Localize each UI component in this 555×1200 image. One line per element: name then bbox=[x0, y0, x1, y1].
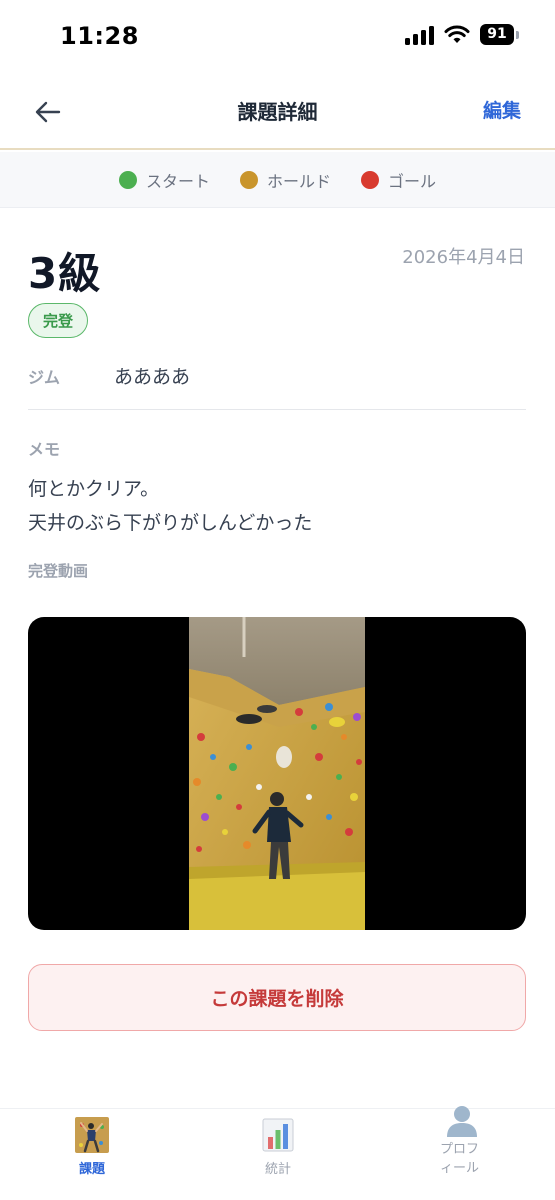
problem-date: 2026年4月4日 bbox=[402, 247, 525, 268]
legend-item-goal: ゴール bbox=[361, 168, 436, 192]
tab-stats[interactable]: 統計 bbox=[218, 1113, 338, 1193]
battery-level: 91 bbox=[480, 24, 514, 45]
legend-item-hold: ホールド bbox=[239, 168, 331, 192]
wifi-icon bbox=[444, 25, 470, 43]
start-dot-icon bbox=[118, 170, 137, 189]
climber-icon bbox=[75, 1117, 109, 1153]
edit-button[interactable]: 編集 bbox=[483, 96, 521, 123]
tab-label: 統計 bbox=[264, 1162, 291, 1177]
status-badge: 完登 bbox=[28, 303, 89, 338]
legend-label: ホールド bbox=[266, 171, 331, 191]
signal-icon bbox=[405, 25, 434, 45]
user-icon bbox=[447, 1106, 477, 1137]
battery-icon: 91 bbox=[480, 24, 519, 45]
tab-profile[interactable]: プロフィール bbox=[402, 1106, 522, 1193]
tab-label: プロフィール bbox=[440, 1142, 480, 1176]
legend-label: ゴール bbox=[388, 171, 437, 191]
gym-label: ジム bbox=[28, 368, 61, 387]
tab-kadai[interactable]: 課題 bbox=[32, 1113, 152, 1193]
hold-color-legend: スタート ホールド ゴール bbox=[0, 152, 555, 208]
video-player[interactable] bbox=[28, 617, 526, 930]
hold-dot-icon bbox=[239, 170, 258, 189]
bar-chart-icon bbox=[262, 1118, 294, 1152]
bottom-tab-bar: 課題 統計 プロフィール bbox=[0, 1106, 555, 1200]
navigation-header: 課題詳細 編集 bbox=[0, 72, 555, 150]
status-icons: 91 bbox=[405, 24, 519, 45]
status-bar: 11:28 91 bbox=[0, 0, 555, 72]
legend-item-start: スタート bbox=[118, 168, 210, 192]
legend-label: スタート bbox=[145, 171, 210, 191]
video-label: 完登動画 bbox=[28, 562, 89, 580]
page-title: 課題詳細 bbox=[237, 100, 318, 124]
gym-row: ジム ああああ bbox=[28, 360, 526, 410]
tab-label: 課題 bbox=[78, 1162, 105, 1177]
status-time: 11:28 bbox=[60, 22, 139, 50]
grade-title: 3級 bbox=[28, 249, 102, 298]
video-thumbnail bbox=[189, 617, 365, 930]
memo-text-line: 天井のぶら下がりがしんどかった bbox=[28, 512, 313, 534]
delete-problem-button[interactable]: この課題を削除 bbox=[28, 964, 526, 1031]
goal-dot-icon bbox=[361, 170, 379, 189]
gym-value: ああああ bbox=[114, 366, 191, 388]
memo-label: メモ bbox=[28, 440, 61, 459]
memo-text-line: 何とかクリア。 bbox=[28, 478, 160, 500]
